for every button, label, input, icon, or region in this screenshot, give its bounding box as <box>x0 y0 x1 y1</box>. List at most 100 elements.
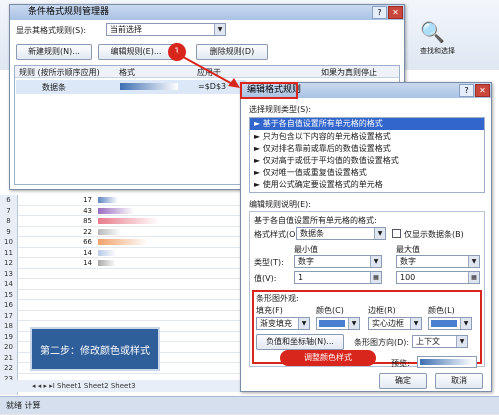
max-type-value: 数字 <box>400 257 416 266</box>
data-bar <box>98 228 122 235</box>
sheet-row[interactable] <box>18 269 248 279</box>
sheet-row[interactable] <box>18 290 248 300</box>
chevron-down-icon: ▼ <box>298 318 309 329</box>
col-stop: 如果为真则停止 <box>321 68 377 77</box>
border-select[interactable]: 实心边框 ▼ <box>368 317 422 330</box>
min-label: 最小值 <box>294 245 318 254</box>
color-label: 颜色(C) <box>316 306 344 315</box>
range-picker-icon[interactable]: ▦ <box>370 272 381 283</box>
desc-label: 编辑规则说明(E): <box>249 200 311 209</box>
row-number[interactable]: 17 <box>0 311 17 322</box>
rule-type-item[interactable]: ► 使用公式确定要设置格式的单元格 <box>254 179 383 190</box>
min-type-value: 数字 <box>298 257 314 266</box>
cell-value: 14 <box>83 248 92 257</box>
format-style-select[interactable]: 数据条 ▼ <box>296 227 386 240</box>
sheet-row[interactable]: 22 <box>18 227 248 237</box>
preview-box <box>417 356 477 368</box>
border-label: 边框(R) <box>368 306 396 315</box>
title-highlight <box>240 82 298 99</box>
close-icon[interactable]: ✕ <box>388 6 403 19</box>
sheet-row[interactable]: 17 <box>18 195 248 206</box>
help-icon[interactable]: ? <box>459 84 474 97</box>
find-select-label[interactable]: 查找和选择 <box>420 46 455 56</box>
row-number[interactable]: 8 <box>0 216 17 227</box>
negative-axis-button[interactable]: 负值和坐标轴(N)... <box>256 334 344 350</box>
callout-arrow <box>173 51 240 88</box>
desc-heading: 基于各自值设置所有单元格的格式: <box>254 216 377 225</box>
rule-type-item[interactable]: ► 只为包含以下内容的单元格设置格式 <box>254 131 391 142</box>
range-picker-icon[interactable]: ▦ <box>468 272 479 283</box>
data-bar <box>98 260 117 266</box>
row-number[interactable]: 13 <box>0 269 17 280</box>
data-bar <box>98 218 159 224</box>
row-number[interactable]: 21 <box>0 353 17 364</box>
row-number[interactable]: 10 <box>0 237 17 248</box>
col-format: 格式 <box>119 68 135 77</box>
cell-value: 66 <box>83 238 92 246</box>
row-number[interactable]: 6 <box>0 195 17 206</box>
cancel-button[interactable]: 取消 <box>435 373 483 389</box>
manager-title: 条件格式规则管理器 <box>28 7 110 17</box>
new-rule-button[interactable]: 新建规则(N)... <box>16 44 92 60</box>
direction-select[interactable]: 上下文 ▼ <box>412 335 468 348</box>
direction-label: 条形图方向(D): <box>354 338 410 347</box>
fill-color-picker[interactable]: ▼ <box>316 317 360 330</box>
chevron-down-icon: ▼ <box>468 256 479 267</box>
row-number[interactable]: 14 <box>0 279 17 290</box>
max-type-select[interactable]: 数字 ▼ <box>396 255 480 268</box>
sheet-row[interactable]: 85 <box>18 216 248 227</box>
sheet-row[interactable] <box>18 300 248 311</box>
min-value-input[interactable]: 1 ▦ <box>294 271 382 284</box>
min-type-select[interactable]: 数字 ▼ <box>294 255 382 268</box>
preview-bar <box>420 359 474 365</box>
row-number[interactable]: 20 <box>0 342 17 353</box>
rule-name: 数据条 <box>42 83 66 92</box>
sheet-row[interactable] <box>18 279 248 290</box>
ok-button[interactable]: 确定 <box>379 373 427 389</box>
format-style-value: 数据条 <box>300 229 324 238</box>
border-color-picker[interactable]: ▼ <box>428 317 472 330</box>
cell-value: 17 <box>83 196 92 204</box>
row-number[interactable]: 15 <box>0 290 17 301</box>
help-icon[interactable]: ? <box>372 6 387 19</box>
show-bar-only-checkbox[interactable] <box>392 229 401 238</box>
rule-type-item[interactable]: ► 仅对高于或低于平均值的数值设置格式 <box>254 155 399 166</box>
sheet-row[interactable]: 66 <box>18 237 248 248</box>
row-number[interactable]: 11 <box>0 248 17 259</box>
rule-type-item[interactable]: ► 仅对唯一值或重复值设置格式 <box>254 167 367 178</box>
row-number[interactable]: 22 <box>0 363 17 374</box>
manager-titlebar: 条件格式规则管理器 ? ✕ <box>10 5 404 20</box>
color-swatch <box>431 320 457 327</box>
row-number[interactable]: 9 <box>0 227 17 238</box>
rule-type-item[interactable]: ► 仅对排名靠前或靠后的数值设置格式 <box>254 143 391 154</box>
row-number[interactable]: 7 <box>0 206 17 217</box>
row-number[interactable]: 18 <box>0 321 17 332</box>
chevron-down-icon: ▼ <box>348 318 359 329</box>
chevron-down-icon: ▼ <box>410 318 421 329</box>
max-value-input[interactable]: 100 ▦ <box>396 271 480 284</box>
sheet-row[interactable] <box>18 311 248 321</box>
min-value: 1 <box>298 273 304 282</box>
fill-select[interactable]: 渐变填充 ▼ <box>256 317 310 330</box>
show-rules-select[interactable]: 当前选择 ▼ <box>106 23 226 36</box>
status-bar: 就绪 计算 <box>0 396 499 414</box>
close-icon[interactable]: ✕ <box>475 84 490 97</box>
step-annotation: 第二步：修改颜色或样式 <box>30 327 160 371</box>
binoculars-icon[interactable]: 🔍 <box>420 20 445 44</box>
row-number[interactable]: 12 <box>0 258 17 269</box>
row-number[interactable]: 19 <box>0 332 17 343</box>
edit-rule-button[interactable]: 编辑规则(E)... <box>98 44 174 60</box>
chevron-down-icon: ▼ <box>370 256 381 267</box>
sheet-row[interactable]: 14 <box>18 248 248 258</box>
sheet-tabs[interactable]: ◂ ◂ ▸ ▸I Sheet1 Sheet2 Sheet3 <box>0 380 240 392</box>
sheet-row[interactable]: 43 <box>18 206 248 216</box>
border-value: 实心边框 <box>372 319 404 328</box>
chevron-down-icon: ▼ <box>460 318 471 329</box>
sheet-row[interactable]: 14 <box>18 258 248 269</box>
chevron-down-icon: ▼ <box>374 228 385 239</box>
type-label: 类型(T): <box>254 258 284 267</box>
show-rules-value: 当前选择 <box>110 25 142 34</box>
row-number[interactable]: 16 <box>0 300 17 311</box>
rule-type-item[interactable]: ► 基于各自值设置所有单元格的格式 <box>250 118 484 130</box>
cell-value: 14 <box>83 259 92 267</box>
